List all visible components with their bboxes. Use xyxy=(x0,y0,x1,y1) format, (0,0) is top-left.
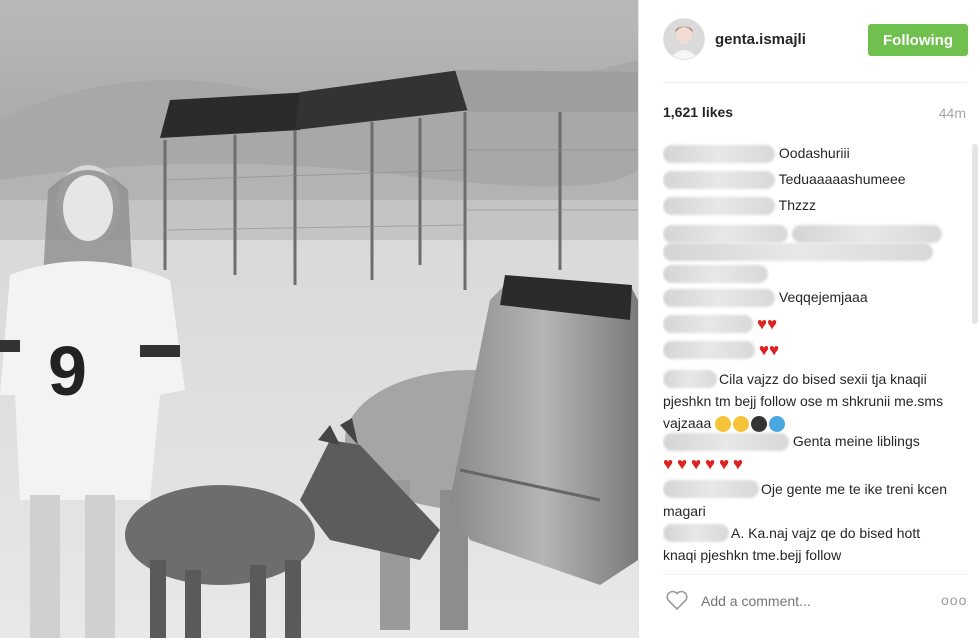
redacted-username xyxy=(663,480,759,498)
comment-text: Teduaaaaashumeee xyxy=(778,171,906,187)
comment-item xyxy=(663,240,969,284)
comment-item: ♥ ♥ ♥ ♥ ♥ ♥ xyxy=(663,452,969,475)
heart-emoji-icon: ♥ xyxy=(732,454,744,474)
heart-emoji-icon: ♥ xyxy=(758,340,769,360)
redacted-username xyxy=(663,171,775,190)
svg-text:9: 9 xyxy=(48,332,87,410)
redacted-username xyxy=(663,341,755,360)
likes-count[interactable]: 1,621 likes xyxy=(663,104,733,120)
redacted-username xyxy=(663,524,729,542)
heart-emoji-icon: ♥ xyxy=(704,454,716,474)
photo-illustration: 9 xyxy=(0,0,638,638)
username-link[interactable]: genta.ismajli xyxy=(715,31,806,48)
comment-item: Thzzz xyxy=(663,194,969,216)
following-button[interactable]: Following xyxy=(868,24,968,56)
heart-emoji-icon: ♥ xyxy=(718,454,730,474)
post-time[interactable]: 44m xyxy=(939,105,966,121)
heart-emoji-icon: ♥ xyxy=(768,340,780,360)
comment-item: Teduaaaaashumeee xyxy=(663,168,969,190)
post-header: genta.ismajli Following xyxy=(639,0,980,82)
redacted-username xyxy=(663,433,789,452)
redacted-comment xyxy=(663,265,768,284)
comment-input[interactable] xyxy=(699,588,923,614)
redacted-username xyxy=(663,289,775,308)
redacted-username xyxy=(663,145,775,164)
comment-item xyxy=(663,222,969,244)
comment-item: ♥♥ xyxy=(663,312,969,335)
comment-text: Oodashuriii xyxy=(778,145,850,161)
more-options-icon[interactable]: ooo xyxy=(941,592,967,608)
heart-emoji-icon: ♥ xyxy=(756,314,767,334)
scrollbar-thumb[interactable] xyxy=(972,144,978,324)
comment-text: Genta meine liblings xyxy=(792,433,920,449)
avatar-image xyxy=(664,19,704,59)
redacted-username xyxy=(663,315,753,334)
avatar[interactable] xyxy=(663,18,705,60)
heart-emoji-icon: ♥ xyxy=(663,454,674,474)
redacted-username xyxy=(663,197,775,216)
redacted-comment xyxy=(663,243,933,262)
heart-emoji-icon: ♥ xyxy=(676,454,688,474)
heart-emoji-icon: ♥ xyxy=(690,454,702,474)
comment-bar: ooo xyxy=(639,574,980,638)
comment-item: Oje gente me te ike treni kcen magari xyxy=(663,478,949,522)
comment-item: ♥♥ xyxy=(663,338,969,361)
comment-item: A. Ka.naj vajz qe do bised hott knaqi pj… xyxy=(663,522,953,566)
comment-text: Veqqejemjaaa xyxy=(778,289,868,305)
comments-list: Oodashuriii Teduaaaaashumeee Thzzz Veqqe… xyxy=(663,140,969,568)
post-photo[interactable]: 9 xyxy=(0,0,638,638)
comment-item: Cila vajzz do bised sexii tja knaqii pje… xyxy=(663,368,949,434)
post-sidebar: genta.ismajli Following 1,621 likes 44m … xyxy=(638,0,980,638)
divider xyxy=(663,82,967,83)
comment-item: Genta meine liblings xyxy=(663,430,969,452)
heart-icon[interactable] xyxy=(665,588,689,617)
comment-item: Oodashuriii xyxy=(663,142,969,164)
comment-text: Thzzz xyxy=(778,197,816,213)
heart-emoji-icon: ♥ xyxy=(766,314,778,334)
comment-item: Veqqejemjaaa xyxy=(663,286,969,308)
redacted-username xyxy=(663,370,717,388)
comments-scrollbar[interactable] xyxy=(972,140,978,570)
